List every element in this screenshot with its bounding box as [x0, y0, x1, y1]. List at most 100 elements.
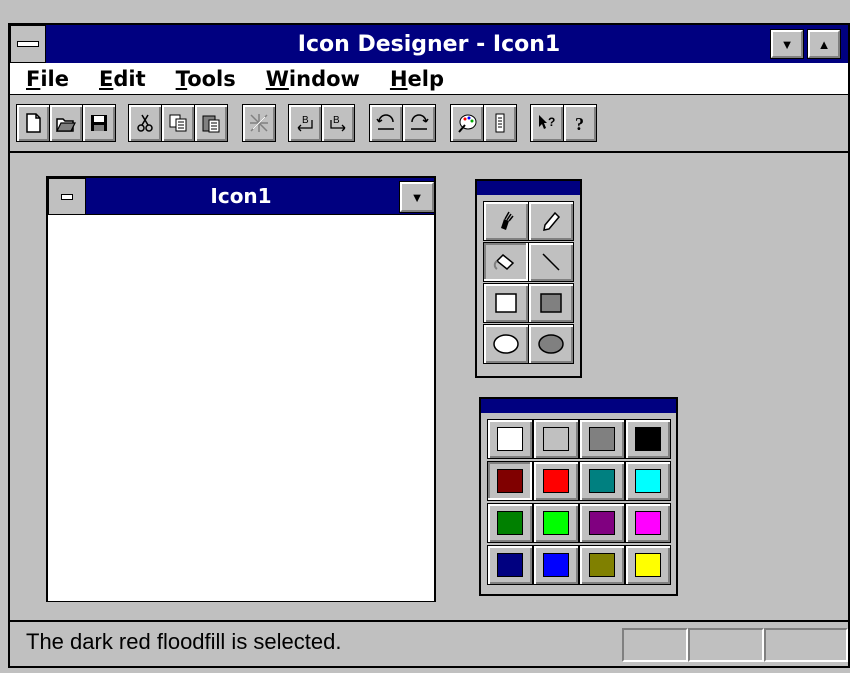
maximize-icon: ▲ [817, 36, 831, 52]
color-palette-title-bar[interactable] [481, 399, 676, 413]
color-swatch-cyan[interactable] [625, 461, 671, 501]
menu-bar: File Edit Tools Window Help [10, 63, 848, 95]
new-button[interactable] [16, 104, 50, 142]
minimize-button[interactable]: ▼ [770, 29, 804, 59]
bold-right-label: B [333, 115, 340, 126]
color-chip [543, 469, 569, 493]
bold-right-icon: B [330, 115, 346, 132]
rectangle-tool[interactable] [483, 283, 529, 323]
color-swatch-white[interactable] [487, 419, 533, 459]
color-swatch-blue[interactable] [533, 545, 579, 585]
maximize-button[interactable]: ▲ [807, 29, 841, 59]
color-swatch-red[interactable] [533, 461, 579, 501]
clear-button[interactable] [242, 104, 276, 142]
color-chip [543, 427, 569, 451]
open-button[interactable] [49, 104, 83, 142]
menu-window[interactable]: Window [266, 67, 360, 91]
status-panel-2 [688, 628, 764, 662]
phone-icon [495, 113, 505, 133]
status-panel-1 [622, 628, 688, 662]
color-chip [497, 469, 523, 493]
system-menu-button[interactable] [10, 25, 46, 63]
title-bar: Icon Designer - Icon1 [10, 25, 848, 63]
menu-file[interactable]: File [26, 67, 69, 91]
color-chip [543, 553, 569, 577]
icon-window-title-bar: Icon1 [48, 178, 434, 214]
color-palette [479, 397, 678, 596]
color-chip [543, 511, 569, 535]
brush-icon [501, 211, 514, 230]
icon-drawing-area[interactable] [48, 214, 434, 601]
help-button[interactable]: ? [563, 104, 597, 142]
tool-palette-title-bar[interactable] [477, 181, 580, 195]
redo-button[interactable] [402, 104, 436, 142]
line-tool[interactable] [528, 242, 574, 282]
paste-icon [202, 115, 220, 133]
color-chip [635, 511, 661, 535]
save-button[interactable] [82, 104, 116, 142]
floodfill-tool[interactable] [483, 242, 529, 282]
pencil-tool[interactable] [528, 201, 574, 241]
palette-icon [458, 114, 477, 133]
system-menu-icon [61, 194, 73, 200]
color-swatch-purple[interactable] [579, 503, 625, 543]
icon-window-title: Icon1 [210, 184, 272, 208]
bold-left-icon: B [297, 115, 313, 132]
color-swatch-yellow[interactable] [625, 545, 671, 585]
filled-ellipse-tool[interactable] [528, 324, 574, 364]
cut-button[interactable] [128, 104, 162, 142]
flip-right-button[interactable]: B [321, 104, 355, 142]
clear-icon [250, 114, 268, 132]
color-swatch-dark-gray[interactable] [579, 419, 625, 459]
window-title: Icon Designer - Icon1 [297, 31, 561, 57]
color-chip [635, 427, 661, 451]
icon-window-system-menu[interactable] [48, 178, 86, 216]
color-swatch-dark-red[interactable] [487, 461, 533, 501]
color-chip [589, 469, 615, 493]
minimize-icon: ▼ [410, 189, 424, 205]
color-chip [589, 427, 615, 451]
copy-icon [169, 114, 187, 132]
color-swatch-green[interactable] [533, 503, 579, 543]
color-swatch-olive[interactable] [579, 545, 625, 585]
open-icon [56, 118, 76, 132]
color-swatch-dark-green[interactable] [487, 503, 533, 543]
color-chip [589, 553, 615, 577]
filled-ellipse-icon [538, 334, 564, 354]
color-chip [589, 511, 615, 535]
status-panel-3 [764, 628, 848, 662]
menu-help[interactable]: Help [390, 67, 444, 91]
undo-button[interactable] [369, 104, 403, 142]
paste-button[interactable] [194, 104, 228, 142]
tool-palette [475, 179, 582, 378]
copy-button[interactable] [161, 104, 195, 142]
context-help-button[interactable]: ? [530, 104, 564, 142]
color-swatch-light-gray[interactable] [533, 419, 579, 459]
tool-palette-button[interactable] [483, 104, 517, 142]
icon-canvas-window: Icon1 ▼ [46, 176, 436, 602]
status-bar: The dark red floodfill is selected. [10, 620, 848, 666]
cut-icon [137, 114, 153, 132]
color-chip [635, 469, 661, 493]
ellipse-tool[interactable] [483, 324, 529, 364]
color-swatch-teal[interactable] [579, 461, 625, 501]
rectangle-icon [495, 293, 517, 313]
minimize-icon: ▼ [780, 36, 794, 52]
brush-tool[interactable] [483, 201, 529, 241]
redo-icon [411, 114, 429, 130]
filled-rectangle-tool[interactable] [528, 283, 574, 323]
undo-icon [376, 114, 394, 130]
menu-tools[interactable]: Tools [176, 67, 236, 91]
color-swatch-black[interactable] [625, 419, 671, 459]
color-swatch-navy[interactable] [487, 545, 533, 585]
color-swatch-magenta[interactable] [625, 503, 671, 543]
color-chip [635, 553, 661, 577]
svg-text:?: ? [548, 115, 555, 129]
ellipse-icon [493, 334, 519, 354]
flip-left-button[interactable]: B [288, 104, 322, 142]
save-icon [91, 115, 107, 131]
menu-edit[interactable]: Edit [99, 67, 146, 91]
filled-rectangle-icon [540, 293, 562, 313]
color-palette-button[interactable] [450, 104, 484, 142]
icon-window-minimize[interactable]: ▼ [399, 181, 435, 213]
